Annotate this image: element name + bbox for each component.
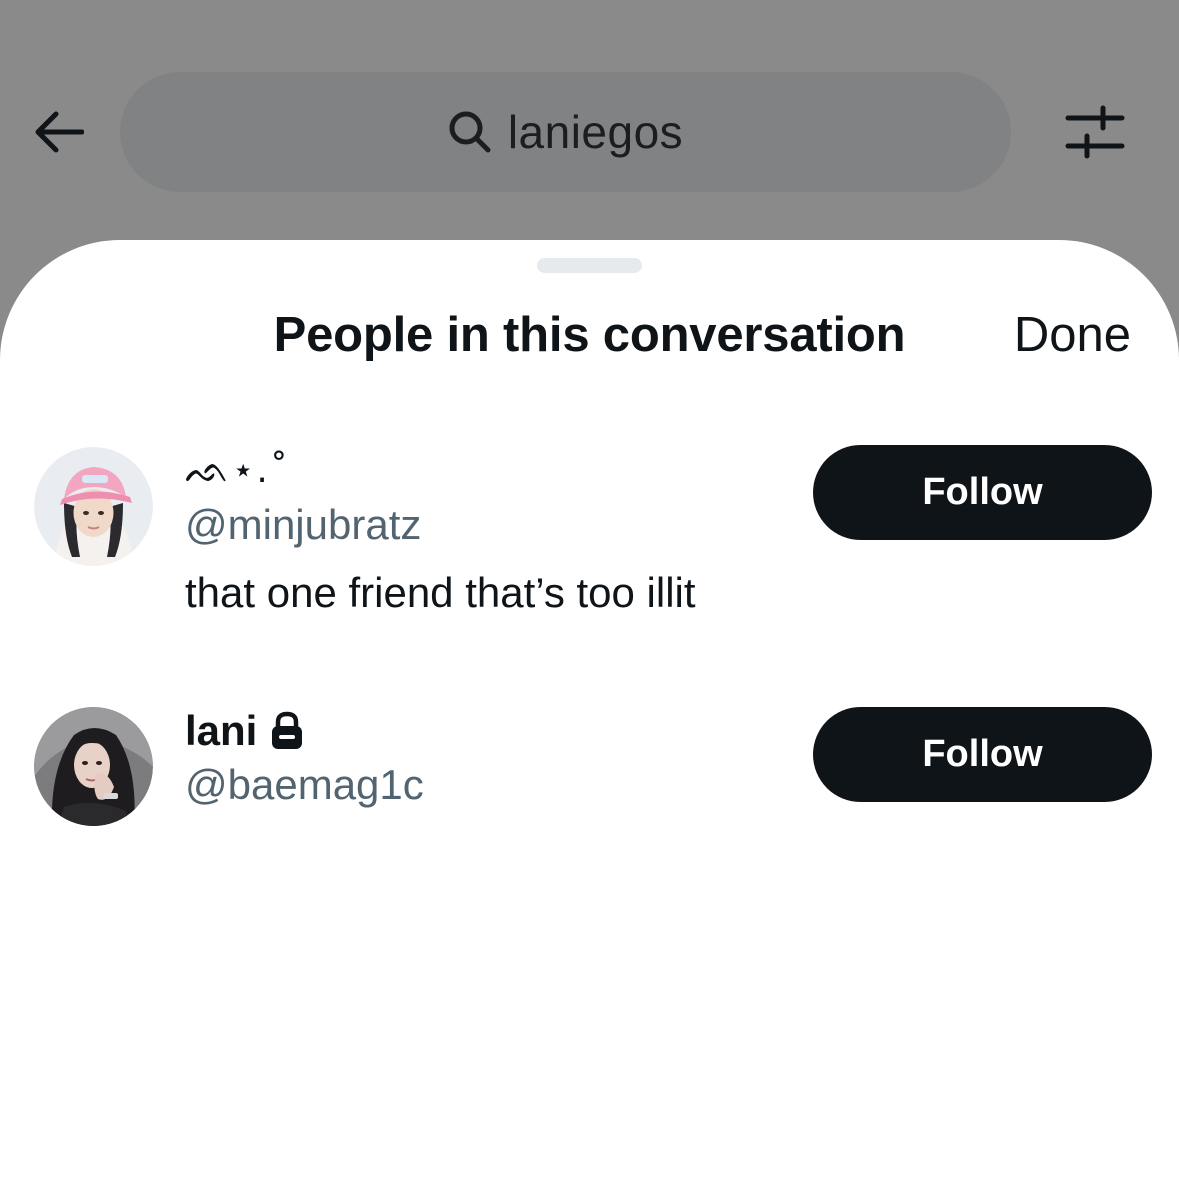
follow-button[interactable]: Follow [813,707,1152,802]
display-name-text: ᨒ⋆.˚ [185,450,290,491]
arrow-left-icon [32,110,84,154]
sheet-title: People in this conversation [273,308,906,362]
search-icon [448,110,492,154]
display-name-text: lani [185,707,258,754]
user-info: ᨒ⋆.˚ @minjubratz that one friend that’s … [185,445,696,617]
user-handle: @minjubratz [185,501,422,548]
search-header: laniegos [0,0,1179,240]
done-button[interactable]: Done [1014,307,1131,363]
sheet-grabber[interactable] [537,258,642,273]
display-name: ᨒ⋆.˚ [185,445,696,497]
filter-button[interactable] [1060,100,1130,164]
follow-button[interactable]: Follow [813,445,1152,540]
back-button[interactable] [28,105,88,159]
search-input[interactable]: laniegos [120,72,1011,192]
user-handle: @baemag1c [185,761,424,808]
display-name: lani [185,705,424,757]
avatar[interactable] [34,447,153,566]
people-sheet: People in this conversation Done ᨒ⋆.˚ @m… [0,240,1179,1179]
sliders-icon [1065,104,1125,160]
user-bio: that one friend that’s too illit [185,569,696,616]
lock-icon [269,711,305,751]
avatar[interactable] [34,707,153,826]
search-query: laniegos [507,106,684,158]
user-info: lani @baemag1c [185,705,424,809]
screen: laniegos People in this conversation Don… [0,0,1179,1179]
